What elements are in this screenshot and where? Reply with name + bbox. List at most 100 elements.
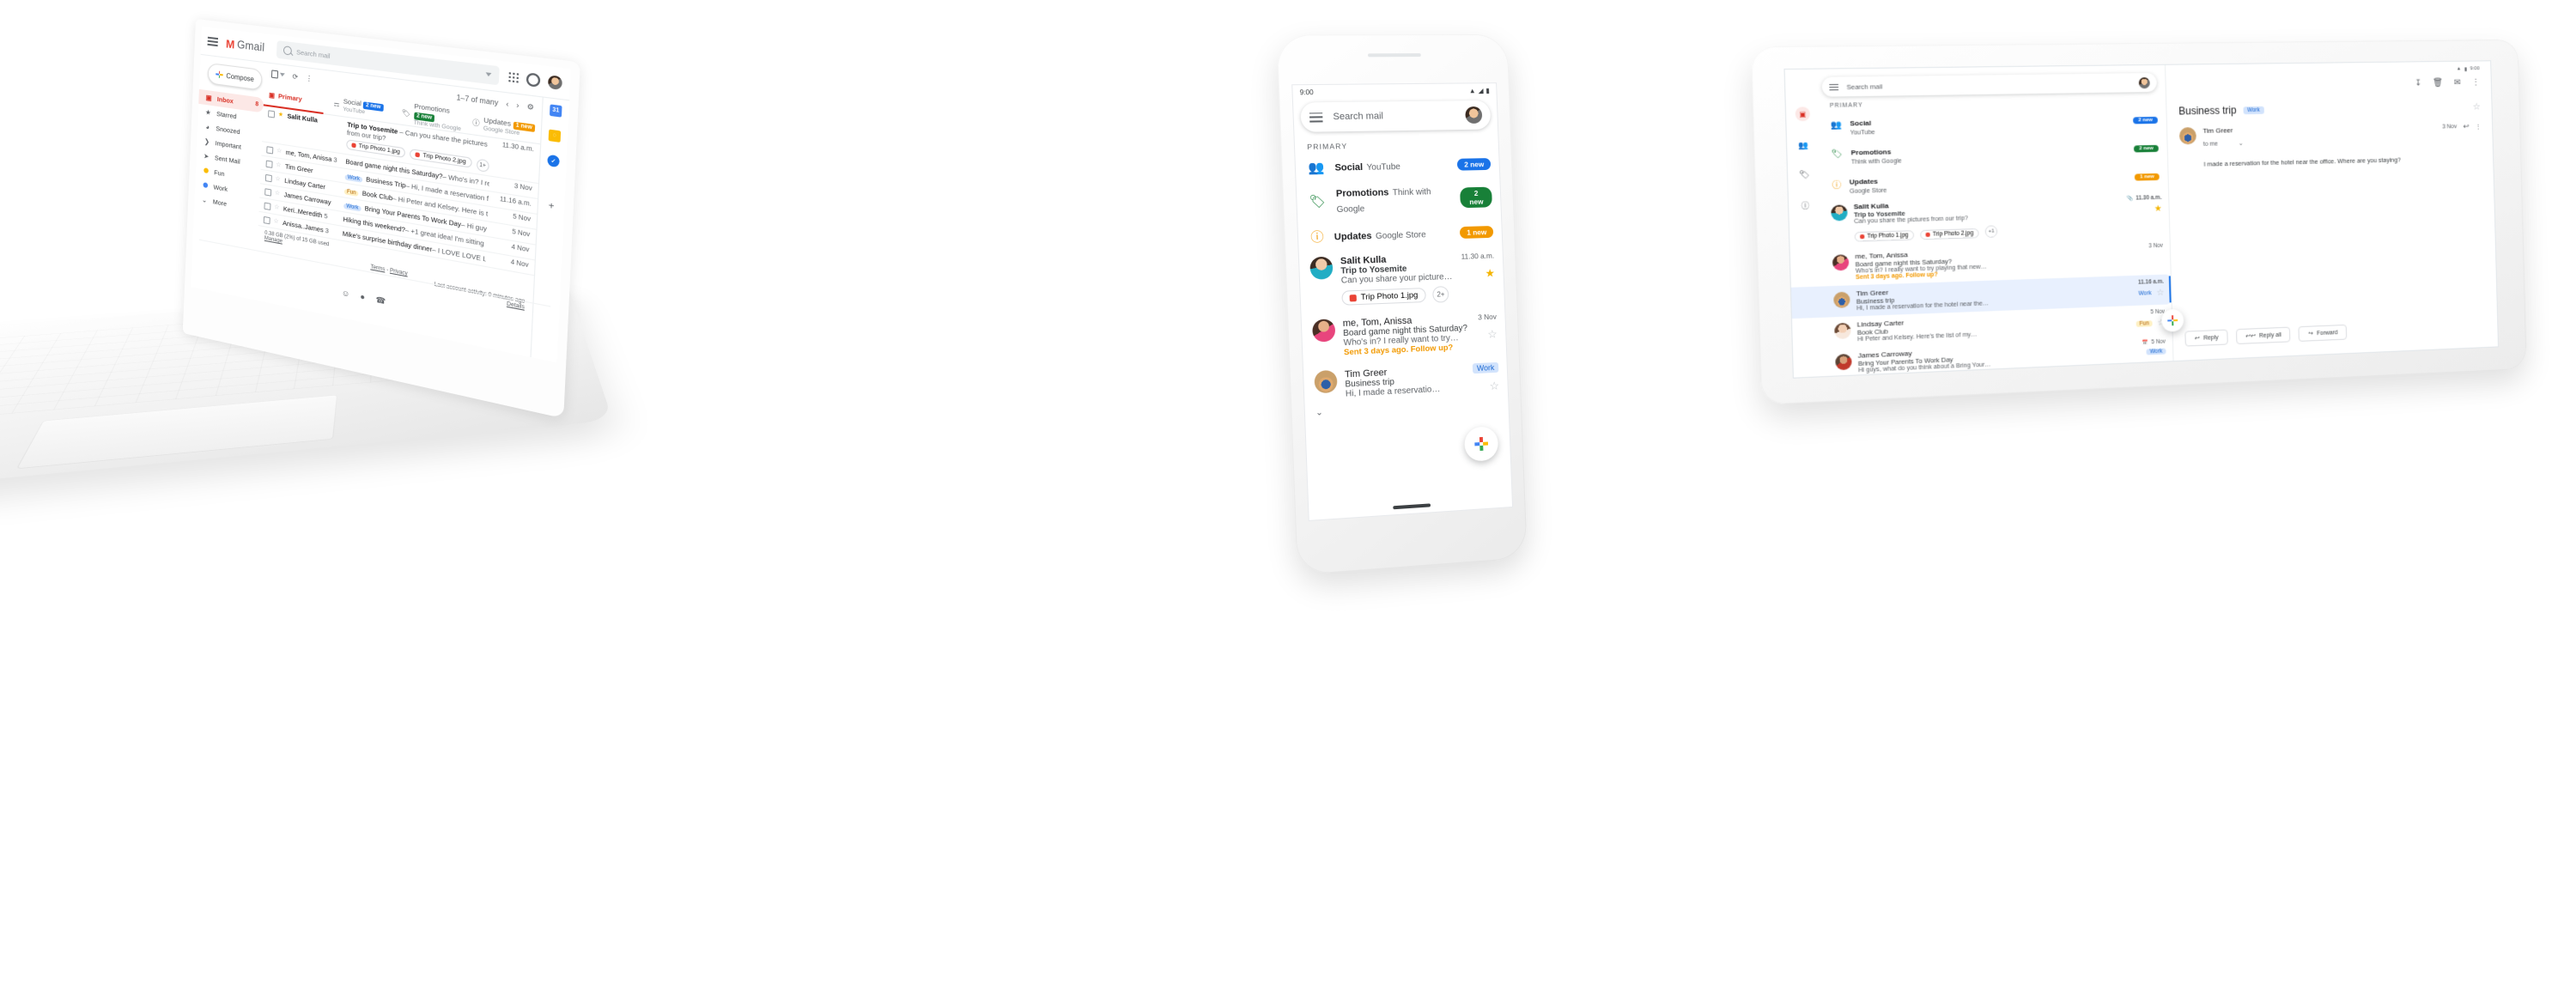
row-checkbox[interactable] [264,216,270,225]
maps-pin-icon[interactable]: ● [360,292,365,302]
contacts-icon[interactable]: ☺ [342,288,350,299]
hamburger-icon[interactable] [1829,83,1838,89]
avatar [1834,323,1851,339]
google-calendar-icon[interactable]: 31 [550,104,562,117]
chevron-down-icon: ⌄ [201,196,209,204]
compose-fab[interactable] [1464,426,1498,462]
star-outline-icon[interactable]: ☆ [2156,288,2164,298]
archive-icon[interactable]: ↧ [2415,79,2421,88]
tablet-screen: ▣ 👥 🏷 ⓘ Search mail PRIMARY 👥 Social YouT… [1785,61,2498,377]
star-outline-icon[interactable]: ☆ [1489,380,1499,393]
row-thread-count: 5 [324,212,328,221]
row-checkbox[interactable] [268,110,275,118]
label-chip: Work [1473,362,1498,373]
star-outline-icon[interactable]: ☆ [2472,100,2480,112]
label-chip: Fun [2136,320,2153,327]
row-checkbox[interactable] [266,146,273,154]
attachment-name: Trip Photo 2.jpg [422,153,466,166]
android-home-bar [1393,503,1431,509]
row-subject: Book Club [362,189,393,202]
tag-icon[interactable]: 🏷 [1799,170,1810,180]
category-promotions[interactable]: 🏷 Promotions Think with Google 2 new [1297,177,1502,223]
chevron-down-icon[interactable] [485,72,491,76]
list-item[interactable]: Salit Kulla Trip to Yosemite Can you sha… [1299,245,1504,313]
google-apps-grid-icon[interactable] [508,72,519,83]
star-icon[interactable]: ★ [278,111,284,118]
star-outline-icon[interactable]: ☆ [276,147,283,155]
label-chip: Work [345,174,363,183]
category-subtitle: Google Store [1850,188,1887,195]
reply-icon[interactable]: ↩ [2463,122,2469,131]
star-icon[interactable]: ★ [2154,204,2162,214]
image-file-icon [1860,234,1864,239]
forward-icon: ↪ [2307,330,2312,337]
google-keep-icon[interactable]: ◌ [549,130,562,143]
user-avatar[interactable] [1465,106,1482,124]
support-icon[interactable] [526,72,541,88]
row-checkbox[interactable] [266,161,273,168]
category-title: Updates [1850,178,1879,186]
user-avatar[interactable] [548,75,562,90]
user-avatar[interactable] [2139,77,2150,88]
attachment-chip[interactable]: Trip Photo 1.jpg [1855,230,1914,241]
compose-button[interactable]: Compose [208,63,263,91]
row-checkbox[interactable] [265,174,272,182]
phone-icon[interactable]: ☎ [375,295,386,307]
more-vertical-icon[interactable]: ⋮ [2476,123,2482,130]
star-outline-icon[interactable]: ☆ [275,175,281,183]
trash-icon[interactable]: 🗑 [2433,78,2443,88]
more-attachments-chip[interactable]: +1 [1985,225,1998,238]
forward-button[interactable]: ↪ Forward [2299,325,2347,342]
more-vertical-icon[interactable]: ⋮ [306,74,313,82]
reply-button[interactable]: ↩ Reply [2184,330,2227,347]
star-outline-icon[interactable]: ☆ [273,217,279,225]
refresh-icon[interactable]: ⟳ [292,72,298,81]
row-checkbox[interactable] [264,188,271,196]
star-icon[interactable]: ★ [1485,266,1495,280]
phone-search-bar[interactable]: Search mail [1300,100,1491,132]
gear-icon[interactable]: ⚙ [526,102,534,112]
star-outline-icon[interactable]: ☆ [274,203,280,210]
category-subtitle: Think with Google [1851,158,1902,165]
mail-date: 3 Nov [2148,243,2163,250]
reply-all-button[interactable]: ↩↩ Reply all [2236,327,2291,344]
search-icon [283,46,291,55]
star-outline-icon[interactable]: ☆ [275,189,281,197]
chevron-left-icon[interactable]: ‹ [506,99,508,107]
more-attachments-chip[interactable]: 1+ [477,159,489,173]
hamburger-icon[interactable] [208,37,218,46]
chevron-down-icon[interactable] [280,73,285,77]
star-outline-icon[interactable]: ☆ [1487,327,1498,341]
mail-date: 11.16 a.m. [2138,279,2164,286]
label-chip: Fun [344,189,359,197]
people-icon[interactable]: 👥 [1798,141,1808,151]
chevron-right-icon[interactable]: › [516,100,519,109]
wifi-icon: ▲ [1469,87,1476,94]
select-all-checkbox[interactable] [271,70,278,78]
chevron-down-icon[interactable]: ⌄ [2239,141,2244,147]
label-chip: Work [2147,349,2166,355]
label-chip: Work [2243,106,2264,113]
more-vertical-icon[interactable]: ⋮ [2472,78,2481,88]
google-tasks-icon[interactable]: ✓ [547,155,560,167]
tablet-category-rail: ▣ 👥 🏷 ⓘ [1786,100,1822,212]
gmail-devices-scene: M Gmail Search mail Compose ▣ Inbox 8 ★ … [0,0,2576,1002]
label-important-icon: ❯ [204,137,211,146]
more-attachments-chip[interactable]: 2+ [1432,286,1449,303]
label-chip: Work [343,203,361,212]
attachment-name: Trip Photo 2.jpg [1933,230,1973,238]
attachment-chip[interactable]: Trip Photo 2.jpg [1920,228,1978,240]
add-icon[interactable]: + [548,201,554,212]
inbox-icon[interactable]: ▣ [1795,106,1811,121]
attachment-chip[interactable]: Trip Photo 1.jpg [1341,288,1425,306]
mark-unread-icon[interactable]: ✉ [2454,78,2461,88]
row-date: 5 Nov [492,210,532,223]
hamburger-icon[interactable] [1309,112,1323,122]
category-title: Social [1334,162,1363,173]
sidebar-item-label: Work [213,183,228,193]
avatar [1835,354,1852,370]
row-checkbox[interactable] [264,203,270,211]
mail-date: 11.30 a.m. [2136,195,2161,202]
tablet-body: ▣ 👥 🏷 ⓘ Search mail PRIMARY 👥 Social YouT… [1751,39,2527,405]
star-outline-icon[interactable]: ☆ [276,161,282,168]
